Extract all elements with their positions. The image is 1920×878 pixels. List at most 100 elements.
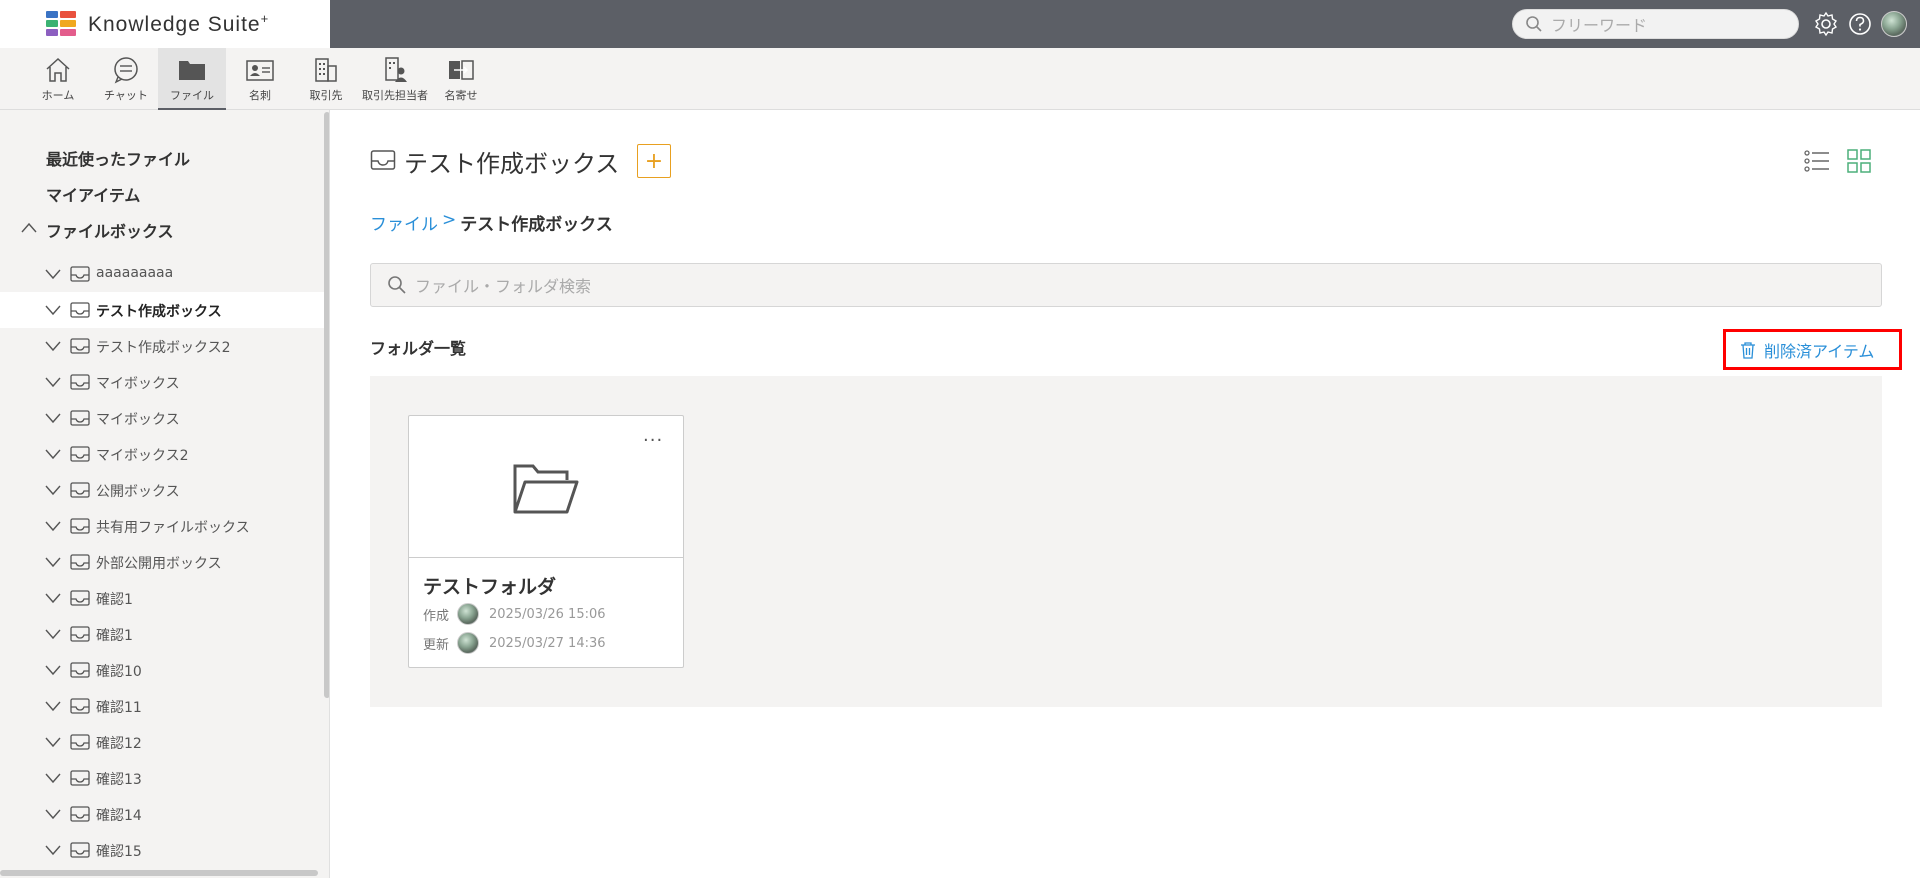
folder-list-title: フォルダ一覧	[370, 339, 467, 358]
file-search-placeholder: ファイル・フォルダ検索	[415, 277, 592, 296]
sidebar-box-item[interactable]: マイボックス2	[0, 436, 325, 472]
main-nav: ホーム チャット ファイル 名刺 取引先 取引先担当者 名寄せ	[0, 48, 1920, 110]
nav-home-label: ホーム	[41, 89, 75, 102]
sidebar-box-item[interactable]: マイボックス	[0, 400, 325, 436]
sidebar-box-item[interactable]: 共有用ファイルボックス	[0, 508, 325, 544]
chevron-down-icon[interactable]	[44, 303, 62, 317]
folder-grid: ··· テストフォルダ 作成 2025/03/26 15:06 更新 2025/…	[370, 376, 1882, 707]
sidebar-box-item[interactable]: 確認15	[0, 832, 325, 868]
sidebar-box-label: 外部公開用ボックス	[96, 556, 222, 572]
chevron-down-icon[interactable]	[44, 591, 62, 605]
chevron-down-icon[interactable]	[44, 267, 62, 281]
creator-avatar	[457, 603, 479, 625]
sidebar-my-items[interactable]: マイアイテム	[46, 182, 140, 206]
sidebar-box-item[interactable]: 外部公開用ボックス	[0, 544, 325, 580]
business-card-icon	[246, 60, 274, 81]
nav-file-label: ファイル	[170, 89, 214, 102]
building-icon	[315, 58, 337, 82]
chevron-up-icon[interactable]	[20, 221, 38, 235]
sidebar-box-label: 確認15	[96, 844, 142, 860]
sidebar-box-item[interactable]: 確認1	[0, 580, 325, 616]
folder-card-thumbnail: ···	[409, 416, 683, 558]
nav-file[interactable]: ファイル	[158, 48, 226, 110]
file-folder-search-input[interactable]: ファイル・フォルダ検索	[370, 263, 1882, 307]
chevron-down-icon[interactable]	[44, 447, 62, 461]
folder-updated: 更新 2025/03/27 14:36	[423, 632, 606, 654]
global-search-input[interactable]: フリーワード	[1512, 9, 1799, 39]
folder-icon	[179, 61, 205, 80]
chevron-down-icon[interactable]	[44, 699, 62, 713]
sidebar-box-item[interactable]: 公開ボックス	[0, 472, 325, 508]
sidebar-box-item[interactable]: aaaaaaaaa	[0, 256, 325, 292]
help-icon[interactable]	[1847, 11, 1873, 37]
deleted-items-button[interactable]: 削除済アイテム	[1723, 329, 1902, 370]
nav-business-card[interactable]: 名刺	[240, 48, 280, 110]
chevron-down-icon[interactable]	[44, 339, 62, 353]
grid-view-icon[interactable]	[1847, 149, 1871, 173]
inbox-icon	[70, 554, 90, 570]
sidebar: 最近使ったファイル マイアイテム ファイルボックス aaaaaaaaa テスト作成…	[0, 110, 330, 878]
app-logo[interactable]: Knowledge Suite+	[0, 0, 330, 48]
breadcrumb-file-link[interactable]: ファイル	[370, 210, 438, 235]
sidebar-box-item[interactable]: マイボックス	[0, 364, 325, 400]
nav-merge-label: 名寄せ	[444, 89, 478, 102]
more-options-icon[interactable]: ···	[643, 430, 663, 451]
list-view-icon[interactable]	[1804, 149, 1830, 173]
folder-name[interactable]: テストフォルダ	[423, 572, 556, 599]
sidebar-box-label: 共有用ファイルボックス	[96, 520, 250, 536]
chevron-down-icon[interactable]	[44, 735, 62, 749]
nav-account[interactable]: 取引先	[306, 48, 346, 110]
updated-label: 更新	[423, 637, 450, 653]
nav-home[interactable]: ホーム	[36, 48, 80, 110]
sidebar-box-label: 確認1	[96, 592, 133, 608]
chevron-down-icon[interactable]	[44, 627, 62, 641]
nav-business-card-label: 名刺	[249, 89, 271, 102]
sidebar-file-boxes[interactable]: ファイルボックス	[46, 218, 174, 242]
open-folder-icon	[513, 464, 579, 514]
user-avatar[interactable]	[1881, 11, 1907, 37]
chevron-down-icon[interactable]	[44, 375, 62, 389]
chevron-down-icon[interactable]	[44, 519, 62, 533]
chevron-down-icon[interactable]	[44, 771, 62, 785]
sidebar-box-item[interactable]: 確認10	[0, 652, 325, 688]
folder-card[interactable]: ··· テストフォルダ 作成 2025/03/26 15:06 更新 2025/…	[408, 415, 684, 668]
chevron-down-icon[interactable]	[44, 483, 62, 497]
inbox-icon	[70, 410, 90, 426]
sidebar-horizontal-scrollbar[interactable]	[0, 870, 318, 876]
nav-contact[interactable]: 取引先担当者	[360, 48, 430, 110]
sidebar-box-item[interactable]: 確認13	[0, 760, 325, 796]
sidebar-box-label: 確認14	[96, 808, 142, 824]
inbox-icon	[70, 482, 90, 498]
sidebar-box-item[interactable]: 確認14	[0, 796, 325, 832]
chevron-down-icon[interactable]	[44, 663, 62, 677]
sidebar-box-item[interactable]: 確認1	[0, 616, 325, 652]
sidebar-box-item[interactable]: 確認11	[0, 688, 325, 724]
add-button[interactable]: +	[637, 144, 671, 178]
breadcrumb: ファイル > テスト作成ボックス	[370, 210, 613, 235]
chevron-down-icon[interactable]	[44, 411, 62, 425]
app-name: Knowledge Suite+	[88, 11, 270, 36]
sidebar-box-label: aaaaaaaaa	[96, 265, 174, 281]
chat-icon	[114, 57, 138, 84]
sidebar-box-label: テスト作成ボックス2	[96, 340, 231, 356]
page-title: テスト作成ボックス	[404, 150, 620, 178]
gear-icon[interactable]	[1813, 11, 1839, 37]
inbox-icon	[70, 842, 90, 858]
sidebar-recent-files[interactable]: 最近使ったファイル	[46, 146, 190, 170]
sidebar-box-label: 確認10	[96, 664, 142, 680]
contact-person-icon	[385, 57, 407, 82]
inbox-icon	[70, 266, 90, 282]
sidebar-vertical-scrollbar[interactable]	[324, 112, 329, 698]
sidebar-box-item[interactable]: 確認12	[0, 724, 325, 760]
chevron-down-icon[interactable]	[44, 555, 62, 569]
sidebar-box-item[interactable]: テスト作成ボックス	[0, 292, 325, 328]
chevron-down-icon[interactable]	[44, 807, 62, 821]
nav-contact-label: 取引先担当者	[362, 89, 428, 102]
sidebar-box-item[interactable]: テスト作成ボックス2	[0, 328, 325, 364]
nav-merge[interactable]: 名寄せ	[440, 48, 482, 110]
nav-chat-label: チャット	[104, 89, 148, 102]
nav-account-label: 取引先	[309, 89, 343, 102]
nav-chat[interactable]: チャット	[100, 48, 152, 110]
chevron-down-icon[interactable]	[44, 843, 62, 857]
top-header: Knowledge Suite+ フリーワード	[0, 0, 1920, 48]
